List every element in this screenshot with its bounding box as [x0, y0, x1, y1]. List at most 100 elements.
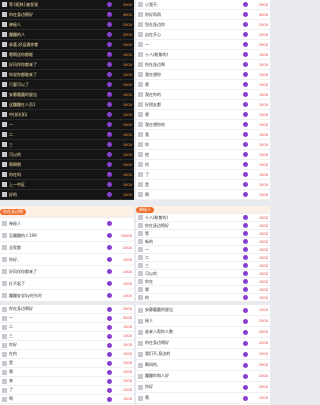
list-row[interactable]: 红不起了 1000: [0, 278, 134, 290]
list-row[interactable]: 等{昵称}被发现 2000: [0, 0, 134, 10]
list-row[interactable]: 我 1000: [136, 130, 270, 140]
list-row[interactable]: 可以的 1000: [136, 270, 270, 278]
list-row[interactable]: 二 1000: [136, 254, 270, 262]
list-row[interactable]: 在的 1000: [0, 350, 134, 359]
list-row[interactable]: 是 1000: [0, 359, 134, 368]
list-row[interactable]: 你好再再 3000: [136, 10, 270, 20]
row-value: 1000: [258, 279, 268, 284]
list-row[interactable]: 的 1000: [136, 294, 270, 301]
list-row[interactable]: 你好 1000: [0, 341, 134, 350]
list-row[interactable]: 他 1000: [136, 150, 270, 160]
row-value: 2000: [258, 319, 268, 323]
row-value: 1000: [258, 62, 268, 67]
list-row[interactable]: 你在吗 1000: [0, 170, 134, 180]
list-row[interactable]: 的 1000: [136, 160, 270, 170]
panel-mid-left: 你在身边啊 神秘人 至蹦蹦的人199 20000 全家都 2000 你好, 1000 好风伴你都…: [0, 206, 134, 301]
row-label: 自在开心: [145, 31, 161, 37]
list-row[interactable]: 嗯啊送你都能 1000: [0, 50, 134, 60]
coin-icon: [107, 112, 112, 117]
list-row[interactable]: 啊啊啊 1000: [0, 160, 134, 170]
list-row[interactable]: 嗯 1000: [136, 286, 270, 294]
list-row[interactable]: 您在身边你 2000: [136, 20, 270, 30]
list-row[interactable]: 只要可以了 1000: [0, 80, 134, 90]
list-row[interactable]: 一 1000: [0, 120, 134, 130]
list-row[interactable]: 自在开心 2000: [136, 30, 270, 40]
row-rank-icon: [138, 172, 143, 177]
list-row[interactable]: 你在身边啊好 1000: [136, 222, 270, 230]
list-row[interactable]: 一 3000: [0, 314, 134, 323]
list-row[interactable]: 三 1000: [136, 262, 270, 270]
list-row[interactable]: 你在身边啊好 2000: [0, 305, 134, 314]
row-rank-icon: [2, 315, 7, 321]
list-row[interactable]: 秘人 2000: [136, 316, 270, 327]
list-row[interactable]: 这蹦蹦在人员1 1000: [0, 100, 134, 110]
list-row[interactable]: 新的 1000: [136, 238, 270, 246]
list-row[interactable]: 我在想你 1000: [136, 70, 270, 80]
list-row[interactable]: 好风伴你都来了 1000: [0, 60, 134, 70]
list-row[interactable]: 你说你都能来了 1000: [0, 70, 134, 80]
list-row[interactable]: 嗯 1000: [136, 80, 270, 90]
row-value: 2000: [122, 307, 132, 311]
row-rank-icon: [2, 92, 7, 97]
list-row[interactable]: 好的 1000: [0, 190, 134, 200]
list-row[interactable]: 三 1000: [0, 332, 134, 341]
list-row[interactable]: 至蹦蹦的人199 20000: [0, 230, 134, 242]
list-row[interactable]: 你在身边啊好 4000: [0, 10, 134, 20]
list-row[interactable]: 你在身边啊 1000: [136, 60, 270, 70]
row-value: 1000: [122, 132, 132, 137]
list-row[interactable]: 上一中区 1000: [0, 180, 134, 190]
list-row[interactable]: 一 2000: [136, 40, 270, 50]
list-row[interactable]: 小我不, 2000: [136, 0, 270, 10]
list-row[interactable]: 蹦蹦安全by时光时 1000: [0, 290, 134, 301]
list-row[interactable]: 瞬间的, 2000: [136, 360, 270, 371]
list-row[interactable]: 神秘人 2000: [0, 20, 134, 30]
list-row[interactable]: 谁来人帮你人数 2000: [136, 327, 270, 338]
list-row[interactable]: 好风伴你都来了 1000: [0, 266, 134, 278]
list-row[interactable]: 了 1000: [136, 170, 270, 180]
list-row[interactable]: 安静圆圆的星出 1000: [136, 305, 270, 316]
list-row[interactable]: 你好 2000: [136, 382, 270, 393]
coin-icon: [107, 306, 112, 312]
list-row[interactable]: 十八(粉紫的) 1000: [136, 50, 270, 60]
list-row[interactable]: 我在你的 1000: [136, 90, 270, 100]
list-row[interactable]: 我们不,身边的 2000: [136, 349, 270, 360]
list-row[interactable]: 来 1000: [0, 377, 134, 386]
list-row[interactable]: 神秘人: [0, 218, 134, 230]
list-row[interactable]: 了 1000: [0, 386, 134, 395]
list-row[interactable]: 安静圆圆的星出 1000: [0, 90, 134, 100]
list-row[interactable]: 嗯 1000: [136, 393, 270, 404]
coin-icon: [107, 92, 112, 97]
list-row[interactable]: 你好, 1000: [0, 254, 134, 266]
row-rank-icon: [2, 102, 7, 107]
list-row[interactable]: 中(如)(如) 1000: [0, 110, 134, 120]
list-row[interactable]: 恭喜,好运通你都 1000: [0, 40, 134, 50]
list-row[interactable]: 三 1000: [0, 140, 134, 150]
coin-icon: [107, 12, 112, 17]
row-rank-icon: [2, 182, 7, 187]
list-row[interactable]: 嗯 1000: [0, 368, 134, 377]
list-row[interactable]: 二 1000: [0, 130, 134, 140]
list-row[interactable]: 啊 1000: [136, 190, 270, 200]
coin-icon: [107, 324, 112, 330]
list-row[interactable]: 嗯 1000: [136, 110, 270, 120]
row-rank-icon: [2, 72, 7, 77]
list-row[interactable]: 等 1000: [136, 230, 270, 238]
list-row[interactable]: 啊 1000: [0, 395, 134, 404]
row-label: 嗯: [9, 369, 13, 374]
row-rank-icon: [2, 306, 7, 312]
list-row[interactable]: 二 1000: [0, 323, 134, 332]
list-row[interactable]: 你 1000: [136, 140, 270, 150]
list-row[interactable]: 蹦蹦你和人好 2000: [136, 371, 270, 382]
list-row[interactable]: 一 1000: [136, 246, 270, 254]
list-row[interactable]: 可以的 1000: [0, 150, 134, 160]
list-row[interactable]: 你在身边啊好 2000: [136, 338, 270, 349]
list-row[interactable]: 全家都 2000: [0, 242, 134, 254]
list-row[interactable]: 蹦蹦的人 2000: [0, 30, 134, 40]
list-row[interactable]: 是 1000: [136, 180, 270, 190]
coin-icon: [107, 387, 112, 393]
list-row[interactable]: 我在想你的 1000: [136, 120, 270, 130]
list-row[interactable]: 十八(粉紫的) 1000: [136, 214, 270, 222]
list-row[interactable]: 好朋友都 1000: [136, 100, 270, 110]
list-row[interactable]: 你在 1000: [136, 278, 270, 286]
coin-icon: [243, 12, 248, 17]
